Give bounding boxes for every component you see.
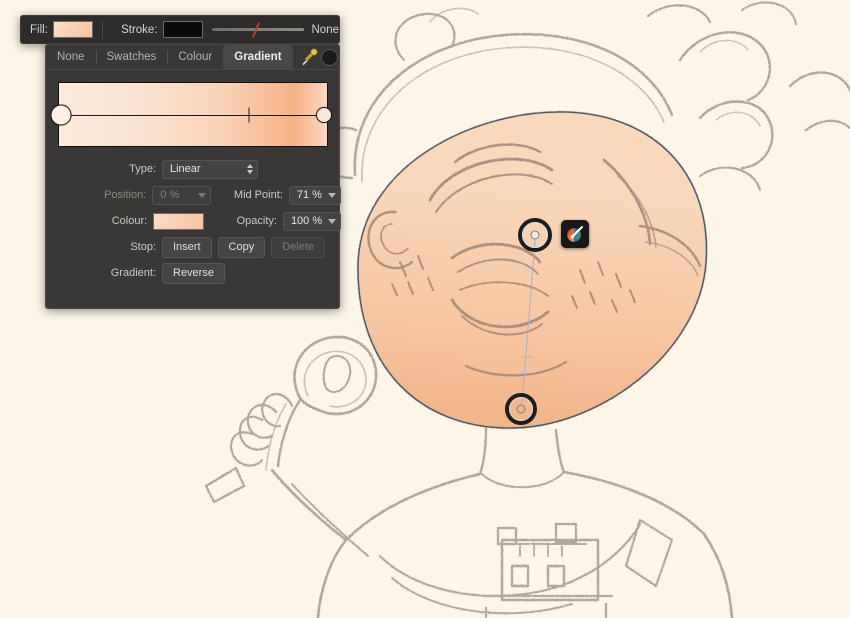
chevron-down-icon[interactable] <box>328 218 336 224</box>
type-label: Type: <box>129 163 156 175</box>
tab-none[interactable]: None <box>46 45 96 69</box>
opacity-field[interactable]: 100 % <box>282 211 341 231</box>
gradient-label: Gradient: <box>110 267 156 279</box>
button-label: Reverse <box>173 267 214 279</box>
tab-label: Colour <box>178 51 213 63</box>
button-label: Insert <box>173 241 201 253</box>
gradient-panel-body[interactable]: Type: Linear Position: 0 % Mid Point: 71… <box>45 69 342 309</box>
stroke-none-label: None <box>311 23 340 36</box>
colour-label: Colour: <box>111 215 148 227</box>
position-value: 0 % <box>160 189 180 201</box>
gradient-preview-midpoint[interactable] <box>248 107 250 122</box>
colour-wheel-icon <box>566 226 583 243</box>
midpoint-label: Mid Point: <box>233 189 283 201</box>
type-value: Linear <box>170 163 201 175</box>
eyedropper-icon[interactable] <box>299 47 319 67</box>
type-select[interactable]: Linear <box>162 159 258 179</box>
colour-opacity-row[interactable]: Colour: Opacity: 100 % <box>46 210 341 232</box>
stop-insert-button[interactable]: Insert <box>162 236 212 258</box>
colour-circle-icon[interactable] <box>320 48 338 66</box>
gradient-preview[interactable] <box>50 82 332 147</box>
tab-gradient[interactable]: Gradient <box>223 45 293 69</box>
tab-tools-group[interactable] <box>293 45 342 69</box>
tab-colour[interactable]: Colour <box>167 45 223 69</box>
gradient-row[interactable]: Gradient: Reverse <box>46 262 341 284</box>
tab-label: Gradient <box>234 51 282 63</box>
opacity-label: Opacity: <box>236 215 277 227</box>
tab-label: Swatches <box>106 51 157 63</box>
stop-row[interactable]: Stop: Insert Copy Delete <box>46 236 341 258</box>
position-field[interactable]: 0 % <box>152 185 211 205</box>
gradient-reverse-button[interactable]: Reverse <box>162 262 225 284</box>
gradient-preview-stop-start[interactable] <box>50 104 72 125</box>
handle-colour-core <box>530 230 540 240</box>
fill-stroke-toolbar[interactable]: Fill: Stroke: None <box>20 15 340 44</box>
stroke-width-slider[interactable] <box>211 21 304 39</box>
tab-swatches[interactable]: Swatches <box>95 45 168 69</box>
gradient-start-handle[interactable] <box>518 218 552 252</box>
stroke-swatch[interactable] <box>162 21 203 38</box>
stop-delete-button[interactable]: Delete <box>271 236 325 258</box>
stroke-label: Stroke: <box>121 23 158 36</box>
button-label: Copy <box>228 241 255 253</box>
position-label: Position: <box>104 189 147 201</box>
midpoint-value: 71 % <box>296 189 322 201</box>
fill-label: Fill: <box>30 23 48 36</box>
gradient-preview-stop-end[interactable] <box>316 106 332 123</box>
type-row[interactable]: Type: Linear <box>46 158 341 180</box>
colour-wheel-button[interactable] <box>561 220 589 248</box>
button-label: Delete <box>282 241 314 253</box>
chevron-up-icon <box>247 164 253 168</box>
fill-swatch[interactable] <box>52 21 94 38</box>
midpoint-field[interactable]: 71 % <box>288 185 342 205</box>
stop-label: Stop: <box>130 241 156 253</box>
chevron-down-icon[interactable] <box>328 192 337 198</box>
fill-type-tabs[interactable]: None Swatches Colour Gradient <box>45 44 340 69</box>
tab-label: None <box>57 51 85 63</box>
opacity-value: 100 % <box>290 215 323 227</box>
gradient-gizmo-midpoint-tick[interactable] <box>522 356 534 358</box>
gradient-preview-axis <box>59 114 327 116</box>
type-stepper-icon[interactable] <box>239 164 253 174</box>
stop-copy-button[interactable]: Copy <box>217 236 266 258</box>
toolbar-divider <box>102 20 104 39</box>
chevron-down-icon[interactable] <box>197 192 206 198</box>
position-midpoint-row[interactable]: Position: 0 % Mid Point: 71 % <box>46 184 342 206</box>
chevron-down-icon <box>247 170 253 174</box>
handle-colour-core <box>516 404 526 414</box>
stop-colour-swatch[interactable] <box>153 212 204 230</box>
gradient-end-handle[interactable] <box>505 393 537 425</box>
